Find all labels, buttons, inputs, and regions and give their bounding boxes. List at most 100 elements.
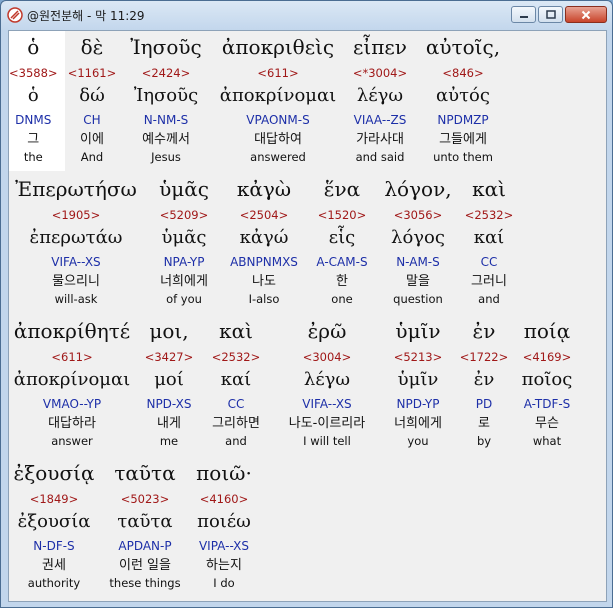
word-column[interactable]: κἀγὼ <2504> κἀγώ ABNPNMXS 나도 I-also bbox=[230, 173, 298, 313]
lemma: λέγω bbox=[303, 369, 351, 390]
close-icon bbox=[581, 10, 591, 19]
word-column[interactable]: ταῦτα <5023> ταῦτα APDAN-P 이런 일을 these things bbox=[109, 457, 180, 597]
lemma: ταῦτα bbox=[117, 511, 173, 532]
english-gloss: authority bbox=[27, 576, 81, 590]
word-column[interactable]: ἐν <1722> ἐν PD 로 by bbox=[460, 315, 509, 455]
english-gloss: answer bbox=[51, 434, 93, 448]
korean-gloss: 권세 bbox=[42, 558, 66, 573]
english-gloss: question bbox=[393, 292, 443, 306]
strong-number: <4160> bbox=[199, 492, 249, 506]
greek-word: ἐρῶ bbox=[307, 319, 347, 343]
korean-gloss: 그리하면 bbox=[212, 416, 260, 431]
english-gloss: what bbox=[532, 434, 562, 448]
greek-word: καὶ bbox=[219, 319, 253, 343]
word-column[interactable]: ὑμᾶς <5209> ὑμᾶς NPA-YP 너희에게 of you bbox=[159, 173, 209, 313]
korean-gloss: 말을 bbox=[406, 274, 430, 289]
lemma: ἀποκρίνομαι bbox=[13, 369, 131, 390]
maximize-icon bbox=[545, 10, 556, 19]
korean-gloss: 그들에게 bbox=[439, 132, 487, 147]
greek-word: ἐξουσίᾳ bbox=[13, 461, 95, 485]
word-column[interactable]: αὐτοῖς, <846> αὐτός NPDMZP 그들에게 unto them bbox=[426, 31, 500, 171]
greek-word: εἶπεν bbox=[353, 35, 407, 59]
korean-gloss: 대답하여 bbox=[254, 132, 302, 147]
word-column[interactable]: ὑμῖν <5213> ὑμῖν NPD-YP 너희에게 you bbox=[394, 315, 443, 455]
english-gloss: answered bbox=[250, 150, 306, 164]
greek-word: κἀγὼ bbox=[236, 177, 292, 201]
app-logo-icon bbox=[7, 7, 23, 23]
english-gloss: and bbox=[225, 434, 247, 448]
korean-gloss: 로 bbox=[478, 416, 490, 431]
word-column[interactable]: μοι, <3427> μοί NPD-XS 내게 me bbox=[145, 315, 194, 455]
korean-gloss: 너희에게 bbox=[394, 416, 442, 431]
korean-gloss: 물으리니 bbox=[52, 274, 100, 289]
lemma: κἀγώ bbox=[239, 227, 289, 248]
word-column[interactable]: ὁ <3588> ὁ DNMS 그 the bbox=[9, 31, 58, 171]
parse-code: APDAN-P bbox=[118, 539, 172, 553]
parse-code: VIFA--XS bbox=[51, 255, 101, 269]
korean-gloss: 나도 bbox=[252, 274, 276, 289]
greek-word: ὁ bbox=[27, 35, 40, 59]
lemma: ποιέω bbox=[197, 511, 251, 532]
minimize-button[interactable] bbox=[511, 6, 536, 23]
word-column[interactable]: καὶ <2532> καί CC 그러니 and bbox=[465, 173, 514, 313]
greek-word: ποίᾳ bbox=[523, 319, 571, 343]
greek-word: Ἰησοῦς bbox=[130, 35, 202, 59]
minimize-icon bbox=[519, 15, 528, 18]
word-column[interactable]: ἐξουσίᾳ <1849> ἐξουσία N-DF-S 권세 authority bbox=[14, 457, 95, 597]
parse-code: CC bbox=[227, 397, 245, 411]
word-column[interactable]: ἀποκρίθητέ <611> ἀποκρίνομαι VMAO--YP 대답하라 an… bbox=[14, 315, 130, 455]
parse-code: N-NM-S bbox=[143, 113, 189, 127]
maximize-button[interactable] bbox=[538, 6, 563, 23]
korean-gloss: 그 bbox=[27, 132, 40, 147]
word-column[interactable]: εἶπεν <*3004> λέγω VIAA--ZS 가라사대 and said bbox=[353, 31, 407, 171]
english-gloss: I do bbox=[213, 576, 235, 590]
english-gloss: by bbox=[476, 434, 492, 448]
korean-gloss: 내게 bbox=[157, 416, 181, 431]
korean-gloss: 무슨 bbox=[535, 416, 559, 431]
greek-word: ἀποκρίθητέ bbox=[13, 319, 131, 343]
strong-number: <4169> bbox=[522, 350, 572, 364]
strong-number: <2424> bbox=[141, 66, 191, 80]
title-bar[interactable]: @원전분해 - 막 11:29 bbox=[1, 1, 612, 29]
lemma: αὐτός bbox=[436, 85, 490, 106]
word-column[interactable]: ποίᾳ <4169> ποῖος A-TDF-S 무슨 what bbox=[522, 315, 573, 455]
lemma: ποῖος bbox=[521, 369, 573, 390]
parse-code: A-CAM-S bbox=[316, 255, 368, 269]
korean-gloss: 이런 일을 bbox=[119, 558, 171, 573]
word-column[interactable]: ἕνα <1520> εἷς A-CAM-S 한 one bbox=[316, 173, 367, 313]
greek-word: ἀποκριθεὶς bbox=[221, 35, 335, 59]
lemma: καί bbox=[220, 369, 252, 390]
parse-code: CC bbox=[480, 255, 498, 269]
korean-gloss: 그러니 bbox=[471, 274, 507, 289]
parse-code: VIAA--ZS bbox=[353, 113, 407, 127]
english-gloss: these things bbox=[109, 576, 181, 590]
english-gloss: I-also bbox=[248, 292, 280, 306]
lemma: ἐπερωτάω bbox=[29, 227, 123, 248]
strong-number: <2532> bbox=[211, 350, 261, 364]
word-column[interactable]: Ἐπερωτήσω <1905> ἐπερωτάω VIFA--XS 물으리니 will-… bbox=[15, 173, 137, 313]
parse-code: A-TDF-S bbox=[523, 397, 571, 411]
greek-word: ταῦτα bbox=[114, 461, 176, 485]
word-column[interactable]: λόγον, <3056> λόγος N-AM-S 말을 question bbox=[384, 173, 451, 313]
word-column[interactable]: Ἰησοῦς <2424> Ἰησοῦς N-NM-S 예수께서 Jesus bbox=[130, 31, 201, 171]
word-column[interactable]: καὶ <2532> καί CC 그리하면 and bbox=[212, 315, 261, 455]
strong-number: <3004> bbox=[302, 350, 352, 364]
korean-gloss: 예수께서 bbox=[142, 132, 190, 147]
parse-code: VIFA--XS bbox=[302, 397, 352, 411]
parse-code: NPD-YP bbox=[396, 397, 440, 411]
english-gloss: And bbox=[80, 150, 104, 164]
lemma: λέγω bbox=[356, 85, 404, 106]
english-gloss: one bbox=[331, 292, 353, 306]
lemma: ἐν bbox=[473, 369, 495, 390]
window-title: @원전분해 - 막 11:29 bbox=[27, 8, 145, 23]
strong-number: <2504> bbox=[239, 208, 289, 222]
word-column[interactable]: ποιῶ· <4160> ποιέω VIPA--XS 하는지 I do bbox=[196, 457, 252, 597]
strong-number: <5209> bbox=[159, 208, 209, 222]
word-column[interactable]: ἐρῶ <3004> λέγω VIFA--XS 나도-이르리라 I will tell bbox=[289, 315, 365, 455]
parse-code: ABNPNMXS bbox=[230, 255, 298, 269]
word-column[interactable]: δὲ <1161> δώ CH 이에 And bbox=[68, 31, 117, 171]
word-column[interactable]: ἀποκριθεὶς <611> ἀποκρίνομαι VPAONM-S 대답하여 an… bbox=[220, 31, 336, 171]
strong-number: <1520> bbox=[317, 208, 367, 222]
close-button[interactable] bbox=[565, 6, 607, 23]
analysis-pane[interactable]: ὁ <3588> ὁ DNMS 그 the δὲ <1161> δώ CH 이에 And Ἰησοῦς <… bbox=[8, 30, 607, 602]
